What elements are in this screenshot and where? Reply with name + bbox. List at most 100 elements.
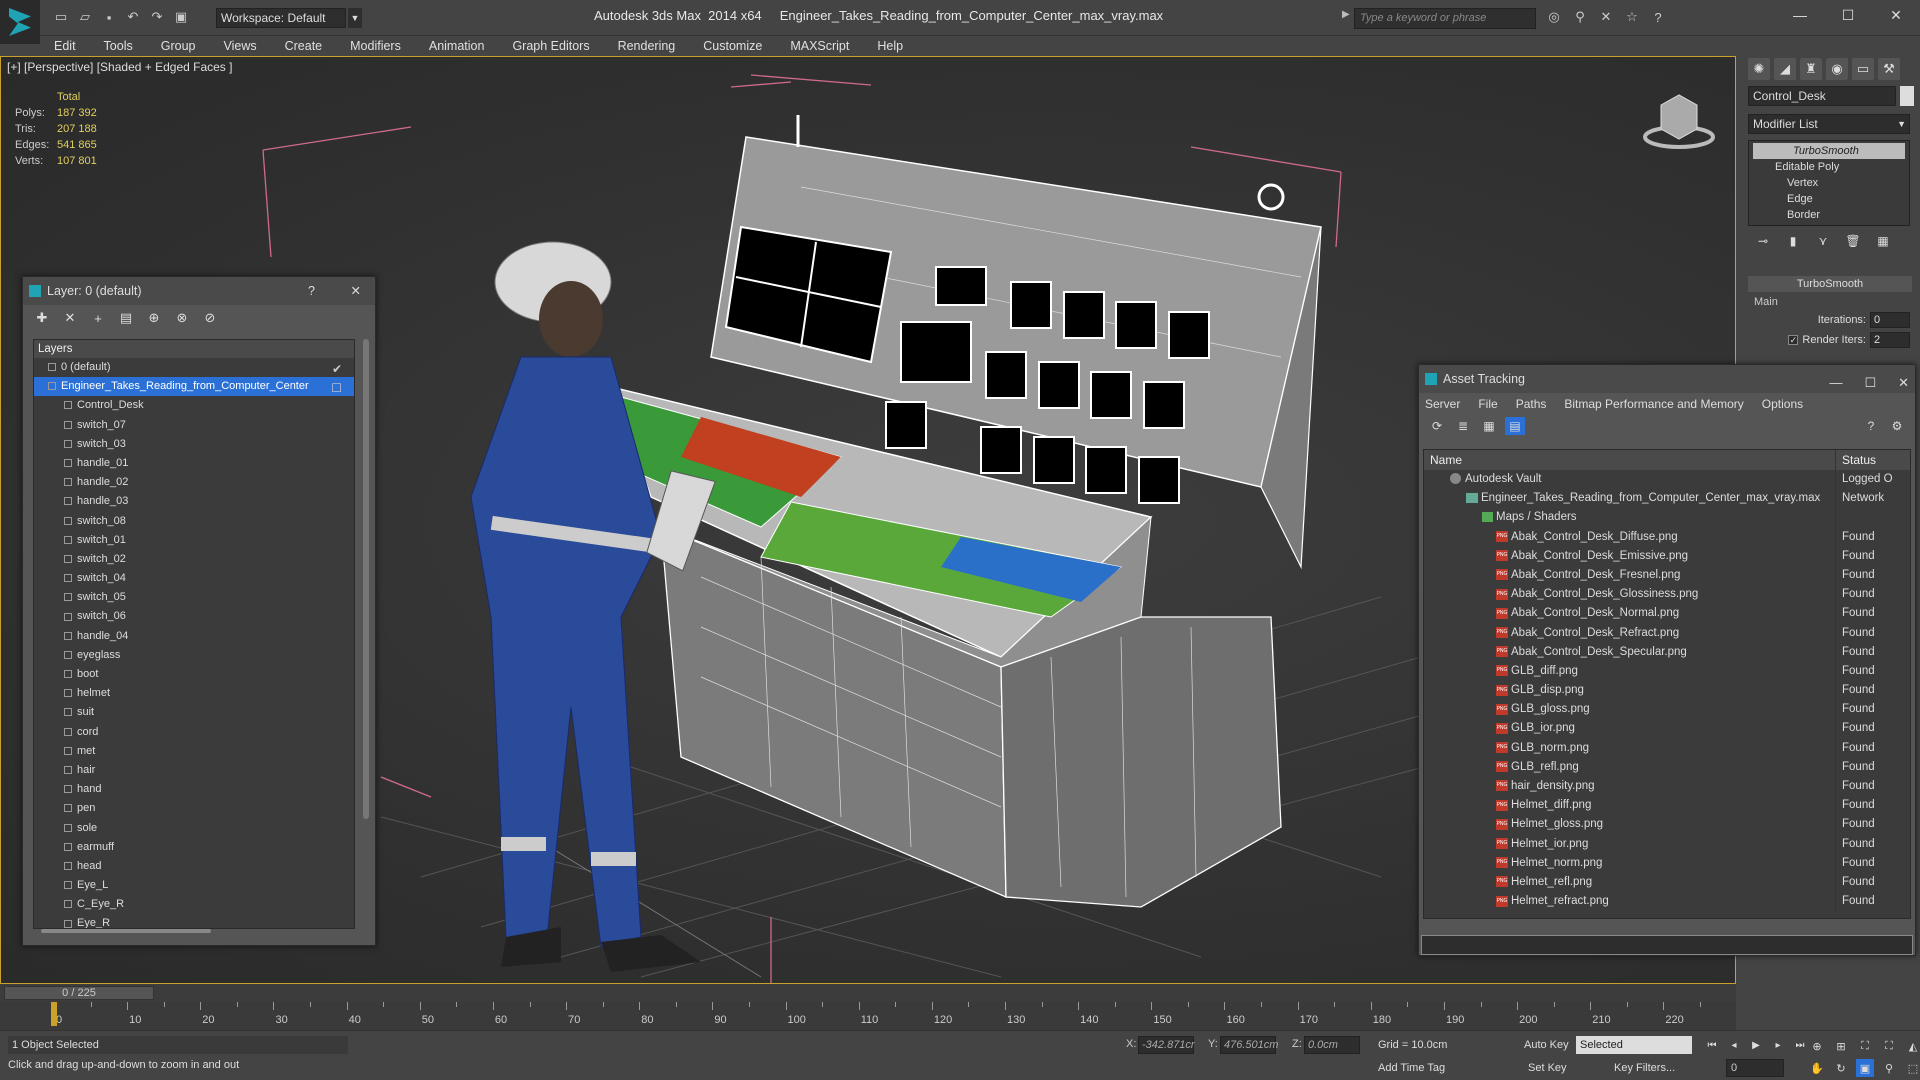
menu-help[interactable]: Help [863,36,917,56]
minimize-button[interactable]: — [1776,0,1824,30]
menu-animation[interactable]: Animation [415,36,499,56]
asset-settings-icon[interactable]: ⚙ [1887,417,1907,435]
layer-row[interactable]: switch_06 [34,607,354,626]
iterations-spinner[interactable]: 0 [1870,312,1910,328]
current-layer-check-icon[interactable]: ✔ [332,360,342,379]
freeze-all-icon[interactable]: ⊘ [201,309,219,327]
layer-row[interactable]: sole [34,819,354,838]
table-view-icon[interactable]: ▤ [1505,417,1525,435]
key-filters-button[interactable]: Key Filters... [1614,1062,1675,1074]
asset-row[interactable]: PNG Helmet_diff.png Found [1424,796,1910,816]
menu-customize[interactable]: Customize [689,36,776,56]
asset-row[interactable]: Engineer_Takes_Reading_from_Computer_Cen… [1424,489,1910,509]
layer-panel-titlebar[interactable]: Layer: 0 (default) ? ✕ [23,277,375,305]
x-coord-field[interactable]: -342.871cr [1138,1036,1195,1054]
layer-panel-close-button[interactable]: ✕ [351,277,361,305]
asset-row[interactable]: PNG GLB_refl.png Found [1424,757,1910,777]
viewcube-box-icon[interactable] [1660,94,1698,140]
layer-row[interactable]: met [34,742,354,761]
display-tab-icon[interactable]: ▭ [1852,58,1874,80]
stack-item-vertex[interactable]: Vertex [1753,175,1905,191]
asset-row[interactable]: PNG Abak_Control_Desk_Specular.png Found [1424,642,1910,662]
layer-row[interactable]: handle_02 [34,473,354,492]
add-time-tag-button[interactable]: Add Time Tag [1378,1062,1445,1074]
go-to-start-icon[interactable]: ⏮ [1704,1037,1720,1053]
time-cursor[interactable] [51,1002,57,1026]
menu-modifiers[interactable]: Modifiers [336,36,415,56]
orbit-icon[interactable]: ↻ [1832,1059,1850,1077]
asset-row[interactable]: PNG Abak_Control_Desk_Emissive.png Found [1424,546,1910,566]
workspace-dropdown[interactable]: Workspace: Default [216,8,346,28]
asset-row[interactable]: PNG hair_density.png Found [1424,777,1910,797]
list-view-icon[interactable]: ≣ [1453,417,1473,435]
asset-row[interactable]: PNG GLB_gloss.png Found [1424,700,1910,720]
thumbnail-view-icon[interactable]: ▦ [1479,417,1499,435]
play-icon[interactable]: ▶ [1748,1037,1764,1053]
layer-row[interactable]: hair [34,761,354,780]
asset-row[interactable]: PNG GLB_disp.png Found [1424,681,1910,701]
layer-row[interactable]: switch_04 [34,569,354,588]
asset-row[interactable]: PNG Helmet_ior.png Found [1424,834,1910,854]
layer-row[interactable]: pen [34,799,354,818]
menu-graph-editors[interactable]: Graph Editors [498,36,603,56]
status-column-header[interactable]: Status [1836,450,1876,470]
asset-menu-options[interactable]: Options [1762,395,1803,411]
motion-tab-icon[interactable]: ◉ [1826,58,1848,80]
modifier-list-dropdown[interactable]: Modifier List ▼ [1748,114,1910,134]
layer-row[interactable]: Engineer_Takes_Reading_from_Computer_Cen… [34,377,354,398]
layer-row[interactable]: C_Eye_R [34,895,354,914]
asset-row[interactable]: PNG GLB_diff.png Found [1424,661,1910,682]
add-to-layer-icon[interactable]: + [89,309,107,327]
refresh-icon[interactable]: ⟳ [1427,417,1447,435]
search-input[interactable]: Type a keyword or phrase [1354,8,1536,29]
asset-path-field[interactable] [1421,935,1913,955]
maximize-viewport-icon[interactable]: ▣ [1856,1059,1874,1077]
help-icon[interactable]: ? [1649,8,1667,26]
binoculars-icon[interactable]: ◎ [1545,8,1563,26]
zoom-all-icon[interactable]: ⊞ [1832,1037,1850,1055]
favorites-star-icon[interactable]: ☆ [1623,8,1641,26]
asset-row[interactable]: PNG Helmet_gloss.png Found [1424,815,1910,835]
redo-icon[interactable]: ↷ [148,8,166,26]
region-zoom-icon[interactable]: ⬚ [1904,1059,1920,1077]
stack-item-turbosmooth[interactable]: TurboSmooth [1753,143,1905,159]
layer-row[interactable]: switch_02 [34,550,354,569]
asset-menu-file[interactable]: File [1478,395,1497,411]
layer-row[interactable]: Control_Desk [34,396,354,415]
asset-row[interactable]: Autodesk Vault Logged O [1424,470,1910,490]
z-coord-field[interactable]: 0.0cm [1304,1036,1360,1054]
create-tab-icon[interactable]: ✺ [1748,58,1770,80]
object-name-field[interactable]: Control_Desk [1748,86,1896,106]
open-file-icon[interactable]: ▱ [76,8,94,26]
layer-horizontal-scrollbar[interactable] [41,929,211,933]
layer-toggle-box[interactable]: ☐ [331,379,342,398]
name-column-header[interactable]: Name [1424,450,1836,470]
layer-row[interactable]: 0 (default) ✔ [34,358,354,377]
layer-row[interactable]: cord [34,723,354,742]
auto-key-button[interactable]: Auto Key [1524,1039,1569,1051]
asset-row[interactable]: PNG Abak_Control_Desk_Fresnel.png Found [1424,565,1910,586]
select-objects-icon[interactable]: ▤ [117,309,135,327]
show-end-result-icon[interactable]: ▮ [1784,232,1802,250]
menu-views[interactable]: Views [209,36,270,56]
zoom-extents-icon[interactable]: ⛶ [1856,1037,1874,1055]
asset-menu-server[interactable]: Server [1425,395,1460,411]
close-button[interactable]: ✕ [1872,0,1920,30]
object-color-swatch[interactable] [1900,86,1914,106]
utilities-tab-icon[interactable]: ⚒ [1878,58,1900,80]
asset-panel-titlebar[interactable]: Asset Tracking — ☐ ✕ [1419,365,1915,393]
layer-row[interactable]: head [34,857,354,876]
walk-through-icon[interactable]: ⚲ [1880,1059,1898,1077]
search-expand-icon[interactable]: ▶ [1342,9,1350,20]
set-key-button[interactable]: Set Key [1528,1062,1567,1074]
layer-row[interactable]: handle_04 [34,627,354,646]
menu-rendering[interactable]: Rendering [604,36,690,56]
asset-menu-paths[interactable]: Paths [1516,395,1547,411]
layer-row[interactable]: suit [34,703,354,722]
layer-row[interactable]: hand [34,780,354,799]
save-file-icon[interactable]: ▪ [100,8,118,26]
key-set-dropdown[interactable]: Selected [1576,1036,1692,1054]
layer-row[interactable]: Eye_R [34,914,354,928]
turbosmooth-rollout-header[interactable]: TurboSmooth [1748,276,1912,292]
layer-row[interactable]: helmet [34,684,354,703]
